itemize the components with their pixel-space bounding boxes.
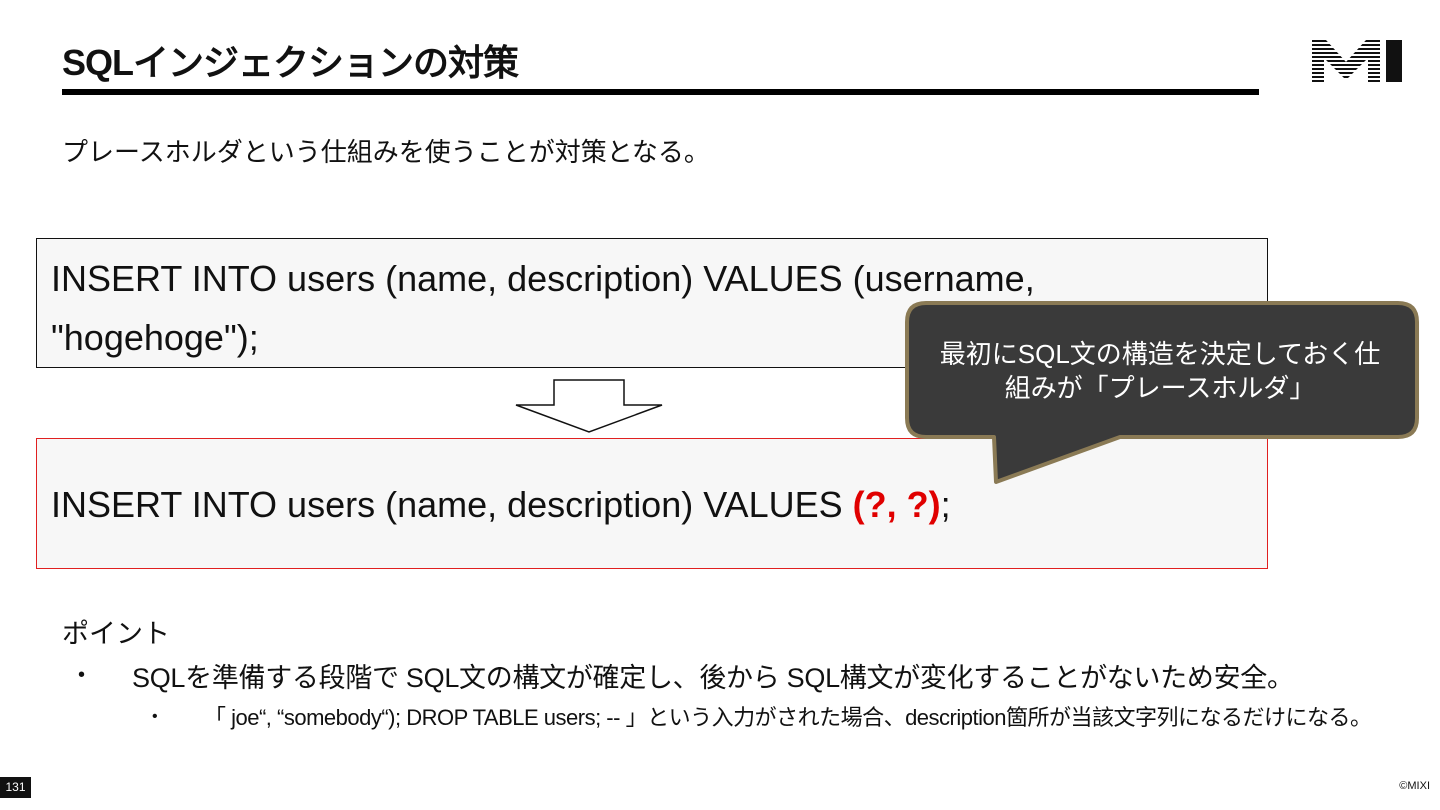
code-after-prefix: INSERT INTO users (name, description) VA…	[51, 484, 853, 525]
placeholder-marks: (?, ?)	[852, 484, 941, 525]
page-number: 131	[0, 777, 31, 798]
sub-bullet-mark: •	[152, 708, 158, 725]
callout-line-1: 最初にSQL文の構造を決定しておく仕	[939, 339, 1381, 369]
point-subitem-1: 「 joe“, “somebody“); DROP TABLE users; -…	[204, 705, 1372, 730]
bullet-mark: •	[78, 664, 86, 686]
code-after-suffix: ;	[940, 484, 951, 525]
point-item-1: SQLを準備する段階で SQL文の構文が確定し、後から SQL構文が変化すること…	[132, 663, 1294, 693]
copyright: ©MIXI	[1399, 780, 1430, 792]
callout-text: 最初にSQL文の構造を決定しておく仕 組みが「プレースホルダ」	[920, 337, 1400, 405]
points-heading: ポイント	[62, 619, 170, 649]
mixi-logo-icon: MI	[1312, 40, 1402, 82]
down-arrow-icon	[515, 379, 663, 433]
callout-line-2: 組みが「プレースホルダ」	[1004, 373, 1316, 403]
title-underline	[62, 89, 1259, 95]
page-title: SQLインジェクションの対策	[62, 42, 519, 83]
slide-subtitle: プレースホルダという仕組みを使うことが対策となる。	[62, 137, 710, 167]
